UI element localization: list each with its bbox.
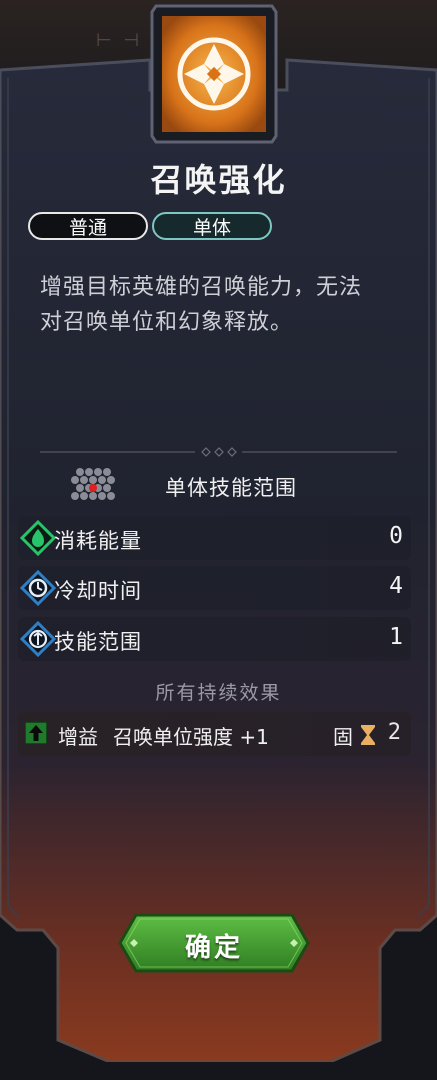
buff-arrow-icon [25, 722, 47, 744]
skill-description: 增强目标英雄的召唤能力，无法对召唤单位和幻象释放。 [40, 275, 363, 335]
effect-type: 增益 [58, 725, 98, 749]
effect-item[interactable]: 增益 召唤单位强度 +1 固 2 [18, 712, 411, 756]
cooldown-icon [20, 570, 56, 606]
tag-normal: 普通 [28, 212, 148, 240]
divider [40, 447, 397, 457]
tag-single-target: 单体 [152, 212, 272, 240]
skill-range-label: 单体技能范围 [165, 476, 297, 500]
hourglass-icon [361, 725, 375, 745]
confirm-button[interactable]: 确定 [118, 913, 310, 973]
stat-label: 冷却时间 [54, 579, 142, 603]
range-icon [20, 621, 56, 657]
skill-title: 召唤强化 [150, 161, 287, 199]
stat-range: 技能范围 1 [18, 617, 411, 661]
confirm-label: 确定 [184, 933, 243, 963]
effects-title: 所有持续效果 [155, 682, 282, 704]
stat-energy-cost: 消耗能量 0 [18, 516, 411, 560]
stat-label: 技能范围 [54, 630, 142, 654]
skill-icon [150, 4, 278, 144]
effect-fixed-tag: 固 [333, 725, 353, 749]
stat-label: 消耗能量 [54, 529, 142, 553]
effect-description: 召唤单位强度 +1 [113, 725, 269, 749]
stat-value: 0 [389, 523, 403, 549]
stat-cooldown: 冷却时间 4 [18, 566, 411, 610]
energy-icon [20, 520, 56, 556]
skill-range-row: 单体技能范围 [70, 464, 410, 508]
stat-value: 4 [389, 573, 403, 599]
effect-duration: 2 [387, 720, 401, 745]
hex-grid-icon [71, 468, 115, 500]
stat-value: 1 [389, 624, 403, 650]
